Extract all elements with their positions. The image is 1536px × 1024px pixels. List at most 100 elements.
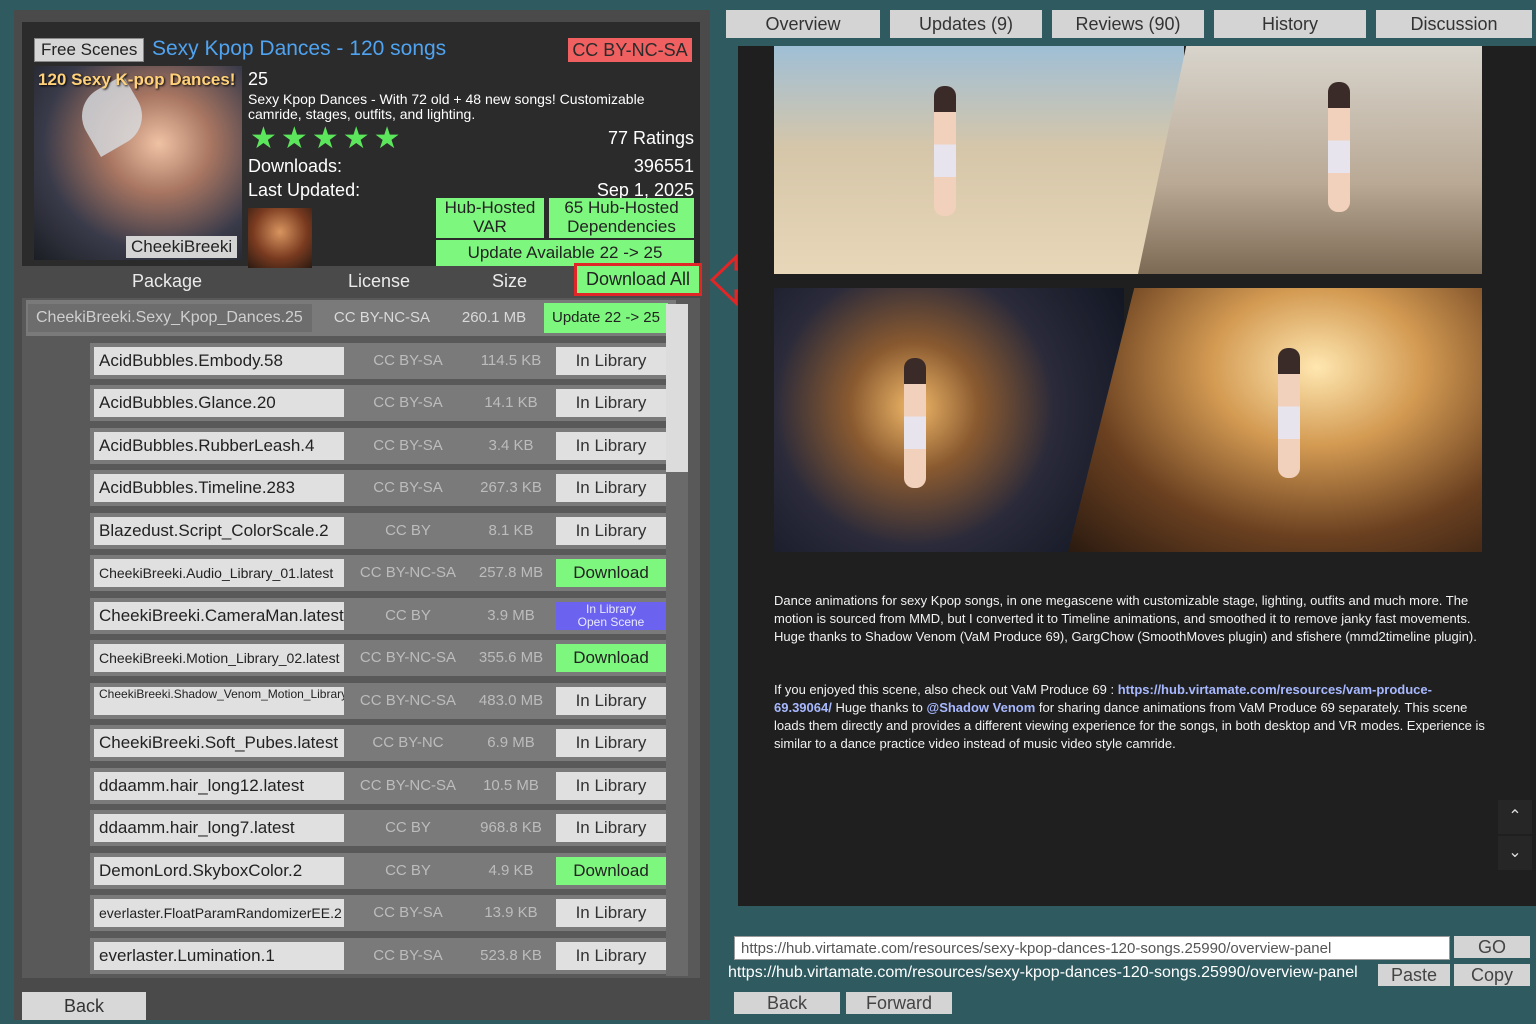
- author-avatar[interactable]: [248, 208, 312, 268]
- package-header: Free Scenes Sexy Kpop Dances - 120 songs…: [22, 22, 700, 268]
- package-panel: Free Scenes Sexy Kpop Dances - 120 songs…: [14, 10, 764, 1020]
- paste-button[interactable]: Paste: [1378, 964, 1450, 986]
- dependency-name[interactable]: DemonLord.SkyboxColor.2: [94, 857, 344, 885]
- dependency-size: 355.6 MB: [478, 649, 544, 666]
- column-header-license: License: [348, 271, 411, 291]
- in-library-label: In Library: [585, 602, 637, 616]
- chevron-down-icon[interactable]: ⌄: [1498, 836, 1532, 870]
- in-library-button[interactable]: In Library: [556, 942, 666, 970]
- list-scrollbar-thumb[interactable]: [666, 304, 688, 472]
- table-row: DemonLord.SkyboxColor.2 CC BY 4.9 KB Dow…: [90, 853, 672, 889]
- browser-back-button[interactable]: Back: [734, 992, 840, 1014]
- dependency-name[interactable]: everlaster.Lumination.1: [94, 942, 344, 970]
- table-row: CheekiBreeki.Soft_Pubes.latest CC BY-NC …: [90, 725, 672, 761]
- back-button[interactable]: Back: [22, 992, 146, 1020]
- in-library-button[interactable]: In Library: [556, 389, 666, 417]
- table-row: CheekiBreeki.CameraMan.latest CC BY 3.9 …: [90, 598, 672, 634]
- dependency-size: 14.1 KB: [484, 394, 538, 411]
- star-icon: ★: [373, 122, 401, 155]
- preview-image-room: [1138, 46, 1482, 274]
- copy-button[interactable]: Copy: [1454, 964, 1530, 986]
- in-library-button[interactable]: In Library: [556, 814, 666, 842]
- dependency-license: CC BY: [385, 522, 431, 539]
- dependency-list[interactable]: CheekiBreeki.Sexy_Kpop_Dances.25 CC BY-N…: [22, 298, 700, 978]
- dependency-name[interactable]: ddaamm.hair_long12.latest: [94, 772, 344, 800]
- dependency-size: 10.5 MB: [483, 777, 539, 794]
- table-row: ddaamm.hair_long7.latest CC BY 968.8 KB …: [90, 810, 672, 846]
- in-library-button[interactable]: In Library: [556, 432, 666, 460]
- dependency-size: 3.9 MB: [487, 607, 535, 624]
- open-scene-label: Open Scene: [577, 615, 645, 629]
- dependency-license: CC BY: [385, 862, 431, 879]
- main-package-name: CheekiBreeki.Sexy_Kpop_Dances.25: [28, 304, 312, 332]
- in-library-button[interactable]: In Library: [556, 687, 666, 715]
- tab-overview[interactable]: Overview: [726, 10, 880, 38]
- author-name[interactable]: CheekiBreeki: [126, 236, 238, 258]
- downloads-label: Downloads:: [248, 156, 343, 176]
- dependency-license: CC BY-SA: [373, 394, 443, 411]
- download-button[interactable]: Download: [556, 644, 666, 672]
- star-icon: ★: [342, 122, 370, 155]
- current-url: https://hub.virtamate.com/resources/sexy…: [728, 964, 1358, 981]
- star-icon: ★: [311, 122, 339, 155]
- download-all-button[interactable]: Download All: [574, 263, 702, 296]
- column-header-size: Size: [492, 271, 528, 291]
- star-icon: ★: [280, 122, 308, 155]
- in-library-button[interactable]: In Library: [556, 772, 666, 800]
- dependency-size: 13.9 KB: [484, 904, 538, 921]
- package-version: 25: [248, 69, 269, 89]
- dependency-name[interactable]: ddaamm.hair_long7.latest: [94, 814, 344, 842]
- table-row: Blazedust.Script_ColorScale.2 CC BY 8.1 …: [90, 513, 672, 549]
- preview-image-planet: [774, 288, 1124, 552]
- dependency-name[interactable]: CheekiBreeki.Motion_Library_02.latest: [94, 644, 344, 672]
- overview-paragraph-1: Dance animations for sexy Kpop songs, in…: [774, 593, 1477, 644]
- dependency-name[interactable]: CheekiBreeki.CameraMan.latest: [94, 602, 344, 630]
- main-package-row[interactable]: CheekiBreeki.Sexy_Kpop_Dances.25 CC BY-N…: [26, 300, 676, 336]
- dependency-size: 257.8 MB: [478, 564, 544, 581]
- shadow-venom-mention[interactable]: @Shadow Venom: [927, 700, 1036, 715]
- dependency-name[interactable]: AcidBubbles.Glance.20: [94, 389, 344, 417]
- tab-updates[interactable]: Updates (9): [890, 10, 1042, 38]
- download-button[interactable]: Download: [556, 559, 666, 587]
- dependency-license: CC BY: [385, 607, 431, 624]
- chevron-up-icon[interactable]: ⌃: [1498, 800, 1532, 834]
- open-scene-button[interactable]: In Library Open Scene: [556, 602, 666, 630]
- go-button[interactable]: GO: [1454, 936, 1530, 958]
- dependency-name[interactable]: everlaster.FloatParamRandomizerEE.2: [94, 899, 344, 927]
- tab-bar: Overview Updates (9) Reviews (90) Histor…: [724, 10, 1536, 40]
- dependency-license: CC BY-SA: [373, 479, 443, 496]
- package-title-link[interactable]: Sexy Kpop Dances - 120 songs: [152, 37, 446, 61]
- dependency-name[interactable]: AcidBubbles.RubberLeash.4: [94, 432, 344, 460]
- list-scrollbar[interactable]: [666, 304, 688, 976]
- downloads-value: 396551: [633, 156, 694, 176]
- preview-image-beach: [774, 46, 1184, 274]
- category-tag[interactable]: Free Scenes: [34, 38, 145, 62]
- tab-history[interactable]: History: [1214, 10, 1366, 38]
- in-library-button[interactable]: In Library: [556, 347, 666, 375]
- in-library-button[interactable]: In Library: [556, 517, 666, 545]
- download-button[interactable]: Download: [556, 857, 666, 885]
- overview-content[interactable]: Dance animations for sexy Kpop songs, in…: [738, 46, 1536, 906]
- dependency-name[interactable]: AcidBubbles.Timeline.283: [94, 474, 344, 502]
- dependency-size: 3.4 KB: [488, 437, 534, 454]
- tab-discussion[interactable]: Discussion: [1376, 10, 1532, 38]
- browser-panel: Overview Updates (9) Reviews (90) Histor…: [724, 10, 1536, 1024]
- in-library-button[interactable]: In Library: [556, 729, 666, 757]
- package-thumbnail[interactable]: 120 Sexy K-pop Dances!: [34, 66, 242, 260]
- dependency-name[interactable]: AcidBubbles.Embody.58: [94, 347, 344, 375]
- dependency-name[interactable]: Blazedust.Script_ColorScale.2: [94, 517, 344, 545]
- in-library-button[interactable]: In Library: [556, 899, 666, 927]
- browser-forward-button[interactable]: Forward: [846, 992, 952, 1014]
- dependency-name[interactable]: CheekiBreeki.Soft_Pubes.latest: [94, 729, 344, 757]
- update-package-button[interactable]: Update 22 -> 25: [544, 303, 668, 333]
- dependency-name[interactable]: CheekiBreeki.Audio_Library_01.latest: [94, 559, 344, 587]
- tab-reviews[interactable]: Reviews (90): [1052, 10, 1204, 38]
- table-row: AcidBubbles.Embody.58 CC BY-SA 114.5 KB …: [90, 343, 672, 379]
- dancer-figure: [1328, 82, 1350, 212]
- preview-image-sunset: [1068, 288, 1482, 552]
- url-input[interactable]: https://hub.virtamate.com/resources/sexy…: [734, 936, 1450, 960]
- thumbnail-caption: 120 Sexy K-pop Dances!: [38, 70, 236, 89]
- dependency-size: 8.1 KB: [488, 522, 534, 539]
- dependency-name[interactable]: CheekiBreeki.Shadow_Venom_Motion_Library…: [94, 687, 344, 715]
- in-library-button[interactable]: In Library: [556, 474, 666, 502]
